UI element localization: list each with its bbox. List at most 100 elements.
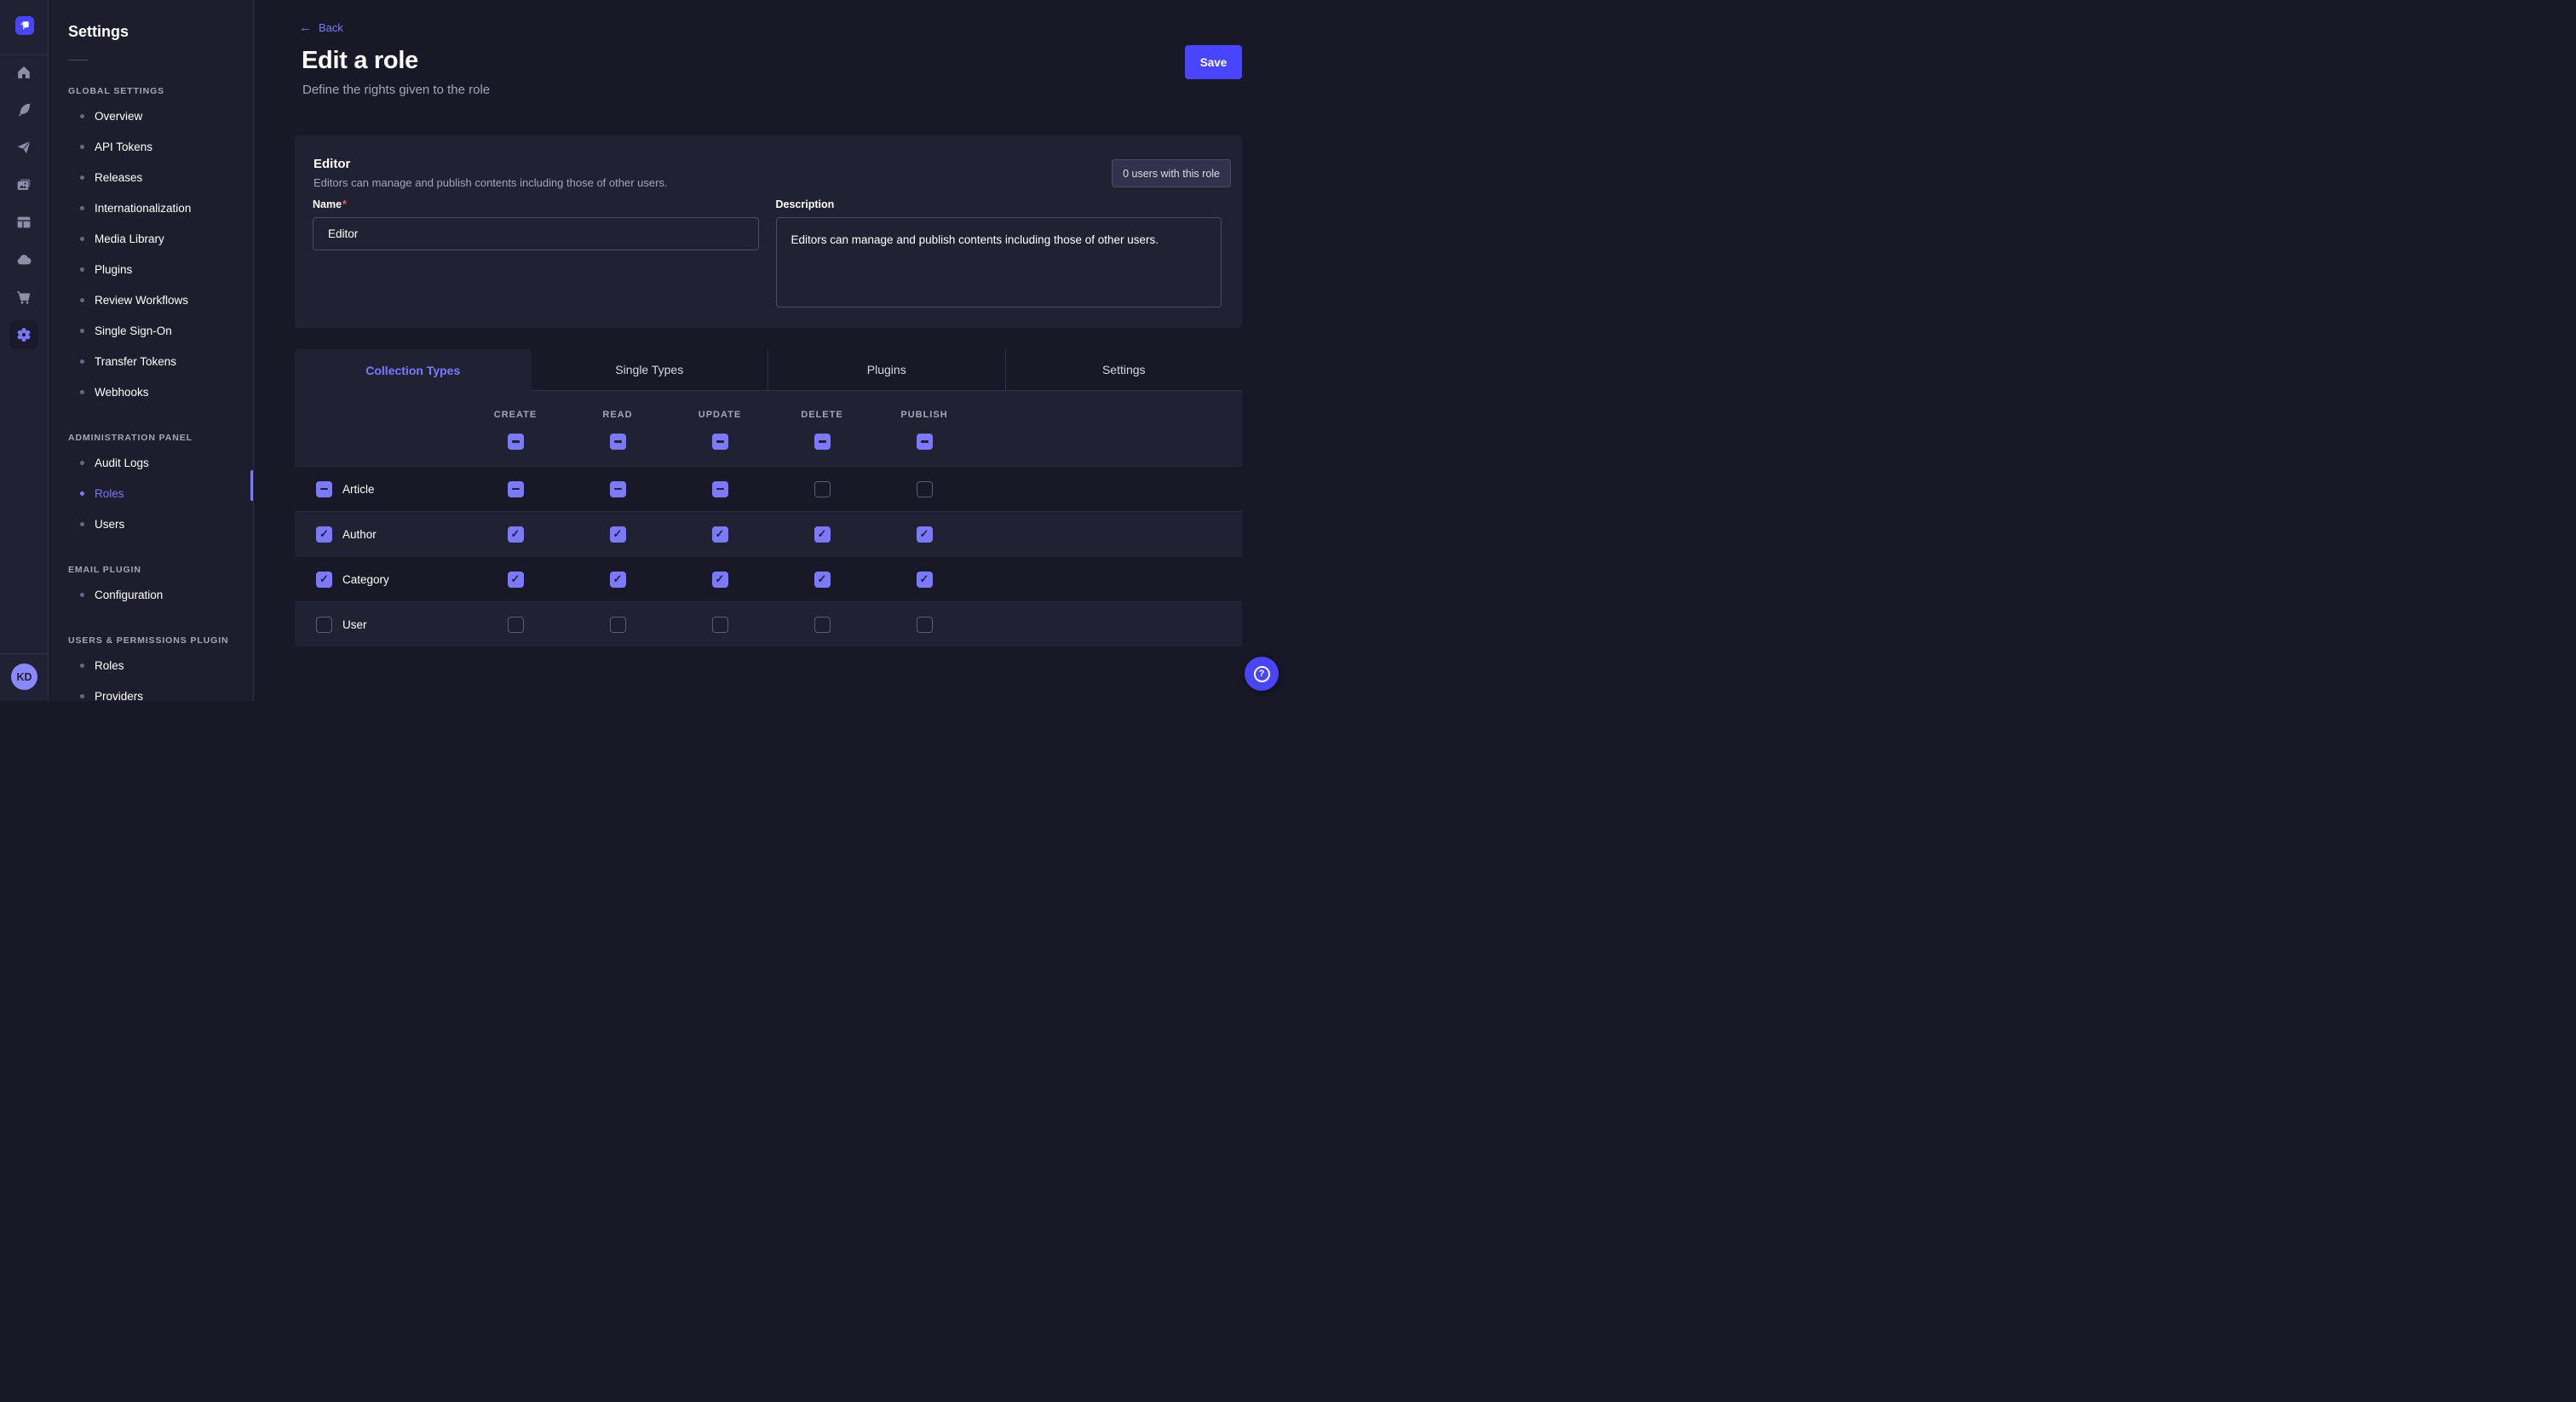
- select-all-checkbox-update[interactable]: [712, 434, 728, 450]
- select-all-checkbox-create[interactable]: [508, 434, 524, 450]
- checkbox-category-delete[interactable]: [814, 572, 831, 588]
- select-all-checkbox-read[interactable]: [610, 434, 626, 450]
- settings-subnav: Settings GLOBAL SETTINGSOverviewAPI Toke…: [49, 0, 254, 701]
- help-button[interactable]: ?: [1245, 657, 1279, 691]
- cloud-icon[interactable]: [15, 251, 32, 268]
- checkbox-author-publish[interactable]: [917, 526, 933, 543]
- nav-list: Configuration: [68, 579, 253, 610]
- sidebar-item-users[interactable]: Users: [68, 509, 253, 539]
- page-title: Edit a role: [302, 47, 418, 75]
- feather-icon[interactable]: [15, 101, 32, 118]
- checkbox-user-read[interactable]: [610, 617, 626, 633]
- checkbox-user-create[interactable]: [508, 617, 524, 633]
- sidebar-item-audit-logs[interactable]: Audit Logs: [68, 447, 253, 478]
- select-all-checkbox-publish[interactable]: [917, 434, 933, 450]
- sidebar-item-transfer-tokens[interactable]: Transfer Tokens: [68, 346, 253, 376]
- page-subtitle: Define the rights given to the role: [302, 83, 490, 97]
- row-label-category: Category: [342, 573, 389, 586]
- save-button[interactable]: Save: [1185, 45, 1242, 79]
- role-fields: Name* Description Editors can manage and…: [313, 198, 1222, 312]
- checkbox-category-publish[interactable]: [917, 572, 933, 588]
- checkbox-article-update[interactable]: [712, 481, 728, 497]
- description-textarea[interactable]: Editors can manage and publish contents …: [776, 217, 1222, 307]
- nav-list: RolesProviders: [68, 650, 253, 701]
- checkbox-user-publish[interactable]: [917, 617, 933, 633]
- permission-row-article: Article: [295, 466, 1242, 511]
- tab-settings[interactable]: Settings: [1005, 349, 1243, 391]
- media-library-icon[interactable]: [15, 176, 32, 193]
- permission-row-category: Category: [295, 556, 1242, 601]
- sidebar-item-api-tokens[interactable]: API Tokens: [68, 131, 253, 162]
- nav-section-label: ADMINISTRATION PANEL: [68, 433, 253, 443]
- main-content: ← Back Edit a role Define the rights giv…: [254, 0, 1288, 701]
- sidebar-item-providers[interactable]: Providers: [68, 681, 253, 701]
- column-header-create: CREATE: [464, 408, 566, 422]
- row-checkbox-user[interactable]: [316, 617, 332, 633]
- permissions-header: CREATEREADUPDATEDELETEPUBLISH: [295, 391, 1242, 466]
- select-all-row: [295, 434, 1242, 450]
- gear-icon[interactable]: [9, 320, 38, 349]
- permissions-rows: Article Author Category User: [295, 466, 1242, 646]
- tab-single-types[interactable]: Single Types: [532, 349, 768, 391]
- back-link[interactable]: ← Back: [299, 21, 343, 34]
- users-with-role-button[interactable]: 0 users with this role: [1112, 159, 1231, 187]
- checkbox-author-create[interactable]: [508, 526, 524, 543]
- strapi-admin-app: KD Settings GLOBAL SETTINGSOverviewAPI T…: [0, 0, 1288, 701]
- checkbox-category-update[interactable]: [712, 572, 728, 588]
- checkbox-author-update[interactable]: [712, 526, 728, 543]
- layout-icon[interactable]: [15, 214, 32, 231]
- home-icon[interactable]: [15, 64, 32, 81]
- row-checkbox-category[interactable]: [316, 572, 332, 588]
- sidebar-item-webhooks[interactable]: Webhooks: [68, 376, 253, 407]
- active-item-indicator: [250, 470, 253, 501]
- back-arrow-icon: ←: [299, 21, 312, 34]
- sidebar-item-overview[interactable]: Overview: [68, 101, 253, 131]
- nav-section-label: USERS & PERMISSIONS PLUGIN: [68, 635, 253, 646]
- checkbox-author-read[interactable]: [610, 526, 626, 543]
- sidebar-item-review-workflows[interactable]: Review Workflows: [68, 284, 253, 315]
- role-card-title: Editor: [313, 157, 350, 171]
- column-header-update: UPDATE: [669, 408, 771, 422]
- row-checkbox-article[interactable]: [316, 481, 332, 497]
- name-label: Name*: [313, 198, 759, 212]
- permissions-panel: CREATEREADUPDATEDELETEPUBLISH Article Aut…: [295, 391, 1242, 646]
- permission-row-user: User: [295, 601, 1242, 646]
- subnav-sections: GLOBAL SETTINGSOverviewAPI TokensRelease…: [68, 86, 253, 701]
- strapi-logo-icon[interactable]: [15, 16, 34, 35]
- nav-list: OverviewAPI TokensReleasesInternationali…: [68, 101, 253, 407]
- paper-plane-icon[interactable]: [15, 139, 32, 156]
- row-checkbox-author[interactable]: [316, 526, 332, 543]
- column-header-publish: PUBLISH: [873, 408, 975, 422]
- sidebar-item-media-library[interactable]: Media Library: [68, 223, 253, 254]
- checkbox-author-delete[interactable]: [814, 526, 831, 543]
- user-avatar[interactable]: KD: [11, 664, 37, 690]
- subnav-title: Settings: [68, 22, 253, 41]
- sidebar-item-roles[interactable]: Roles: [68, 478, 253, 509]
- description-field-group: Description Editors can manage and publi…: [776, 198, 1222, 312]
- permission-row-author: Author: [295, 511, 1242, 556]
- column-header-delete: DELETE: [771, 408, 873, 422]
- name-field-group: Name*: [313, 198, 759, 312]
- checkbox-category-create[interactable]: [508, 572, 524, 588]
- question-mark-icon: ?: [1254, 666, 1270, 682]
- checkbox-article-read[interactable]: [610, 481, 626, 497]
- tab-collection-types[interactable]: Collection Types: [295, 349, 532, 391]
- sidebar-item-configuration[interactable]: Configuration: [68, 579, 253, 610]
- sidebar-item-internationalization[interactable]: Internationalization: [68, 192, 253, 223]
- checkbox-user-update[interactable]: [712, 617, 728, 633]
- row-label-article: Article: [342, 483, 375, 496]
- name-input[interactable]: [313, 217, 759, 250]
- sidebar-item-single-sign-on[interactable]: Single Sign-On: [68, 315, 253, 346]
- role-details-card: Editor Editors can manage and publish co…: [295, 135, 1242, 328]
- sidebar-item-plugins[interactable]: Plugins: [68, 254, 253, 284]
- checkbox-article-create[interactable]: [508, 481, 524, 497]
- checkbox-article-publish[interactable]: [917, 481, 933, 497]
- sidebar-item-roles[interactable]: Roles: [68, 650, 253, 681]
- checkbox-user-delete[interactable]: [814, 617, 831, 633]
- cart-icon[interactable]: [15, 289, 32, 306]
- select-all-checkbox-delete[interactable]: [814, 434, 831, 450]
- checkbox-article-delete[interactable]: [814, 481, 831, 497]
- sidebar-item-releases[interactable]: Releases: [68, 162, 253, 192]
- tab-plugins[interactable]: Plugins: [768, 349, 1005, 391]
- checkbox-category-read[interactable]: [610, 572, 626, 588]
